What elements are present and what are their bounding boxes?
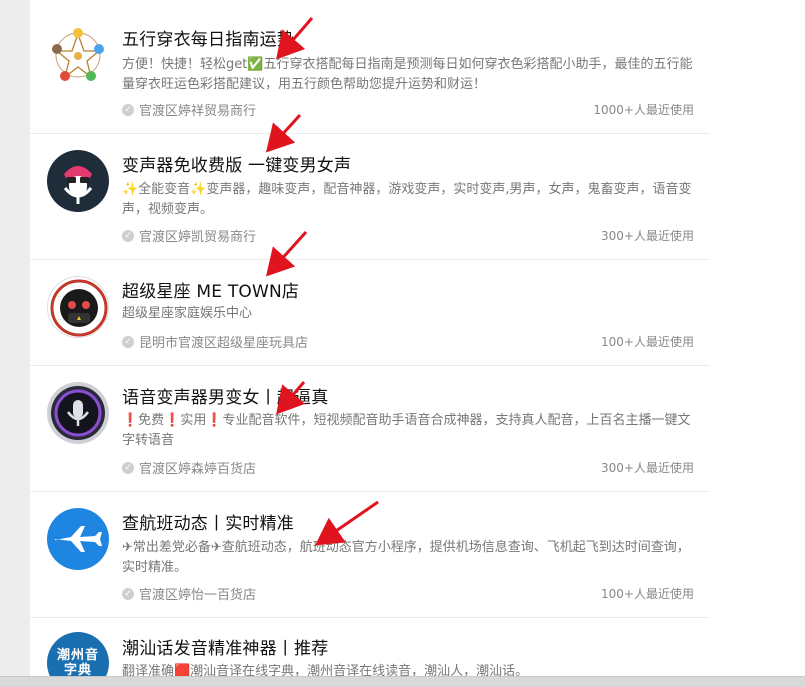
list-item[interactable]: 变声器免收费版 一键变男女声 ✨全能变音✨变声器，趣味变声，配音神器，游戏变声，… xyxy=(30,134,710,260)
horizontal-scrollbar[interactable] xyxy=(0,676,805,687)
voice-changer-mic-icon xyxy=(47,150,109,212)
verified-check-icon: ✓ xyxy=(122,103,134,116)
item-description: ❗免费❗实用❗专业配音软件，短视频配音助手语音合成神器，支持真人配音，上百名主播… xyxy=(122,413,691,448)
wuxing-star-icon xyxy=(47,24,109,86)
mini-program-list: 五行穿衣每日指南运势 方便！快捷！轻松get✅五行穿衣搭配每日指南是预测每日如何… xyxy=(30,0,710,680)
item-title: 语音变声器男变女丨超逼真 xyxy=(122,388,329,408)
item-title: 变声器免收费版 一键变男女声 xyxy=(122,156,352,176)
siri-mic-icon xyxy=(47,382,109,444)
usage-count: 100+人最近使用 xyxy=(601,587,694,601)
item-title: 超级星座 ME TOWN店 xyxy=(122,282,300,302)
usage-count: 100+人最近使用 xyxy=(601,335,694,349)
list-item[interactable]: 五行穿衣每日指南运势 方便！快捷！轻松get✅五行穿衣搭配每日指南是预测每日如何… xyxy=(30,8,710,134)
item-title: 查航班动态丨实时精准 xyxy=(122,514,294,534)
item-description: ✨全能变音✨变声器，趣味变声，配音神器，游戏变声，实时变声,男声，女声，鬼畜变声… xyxy=(122,182,692,217)
usage-count: 1000+人最近使用 xyxy=(593,103,694,117)
owner-name: 官渡区婷祥贸易商行 xyxy=(139,104,257,119)
airplane-icon xyxy=(47,508,109,570)
item-owner: ✓ 官渡区婷森婷百货店 xyxy=(122,458,256,477)
list-item[interactable]: 潮州音字典 潮汕话发音精准神器丨推荐 翻译准确🟥潮汕音译在线字典，潮州音译在线读… xyxy=(30,618,710,680)
item-description: ✈常出差党必备✈查航班动态，航班动态官方小程序，提供机场信息查询、飞机起飞到达时… xyxy=(122,540,690,575)
item-title: 五行穿衣每日指南运势 xyxy=(122,30,294,50)
logo-text: 潮州音字典 xyxy=(56,648,99,678)
owner-name: 官渡区婷凯贸易商行 xyxy=(139,230,257,245)
owner-name: 官渡区婷怡一百货店 xyxy=(139,588,257,603)
item-owner: ✓ 昆明市官渡区超级星座玩具店 xyxy=(122,332,308,351)
owner-name: 昆明市官渡区超级星座玩具店 xyxy=(139,336,309,351)
item-owner: ✓ 官渡区婷怡一百货店 xyxy=(122,584,256,603)
verified-check-icon: ✓ xyxy=(122,587,134,600)
verified-check-icon: ✓ xyxy=(122,229,134,242)
super-constellation-badge-icon xyxy=(47,276,109,338)
verified-check-icon: ✓ xyxy=(122,335,134,348)
list-item[interactable]: 查航班动态丨实时精准 ✈常出差党必备✈查航班动态，航班动态官方小程序，提供机场信… xyxy=(30,492,710,618)
item-title: 潮汕话发音精准神器丨推荐 xyxy=(122,639,329,659)
item-description: 方便！快捷！轻松get✅五行穿衣搭配每日指南是预测每日如何穿衣色彩搭配小助手，最… xyxy=(122,57,693,92)
right-background xyxy=(710,0,805,687)
owner-name: 官渡区婷森婷百货店 xyxy=(139,462,257,477)
verified-check-icon: ✓ xyxy=(122,461,134,474)
item-owner: ✓ 官渡区婷祥贸易商行 xyxy=(122,100,256,119)
list-item[interactable]: 语音变声器男变女丨超逼真 ❗免费❗实用❗专业配音软件，短视频配音助手语音合成神器… xyxy=(30,366,710,492)
usage-count: 300+人最近使用 xyxy=(601,461,694,475)
item-description: 超级星座家庭娱乐中心 xyxy=(122,306,253,321)
usage-count: 300+人最近使用 xyxy=(601,229,694,243)
chaozhou-dictionary-icon: 潮州音字典 xyxy=(47,632,109,680)
item-owner: ✓ 官渡区婷凯贸易商行 xyxy=(122,226,256,245)
list-item[interactable]: 超级星座 ME TOWN店 超级星座家庭娱乐中心 ✓ 昆明市官渡区超级星座玩具店… xyxy=(30,260,710,366)
